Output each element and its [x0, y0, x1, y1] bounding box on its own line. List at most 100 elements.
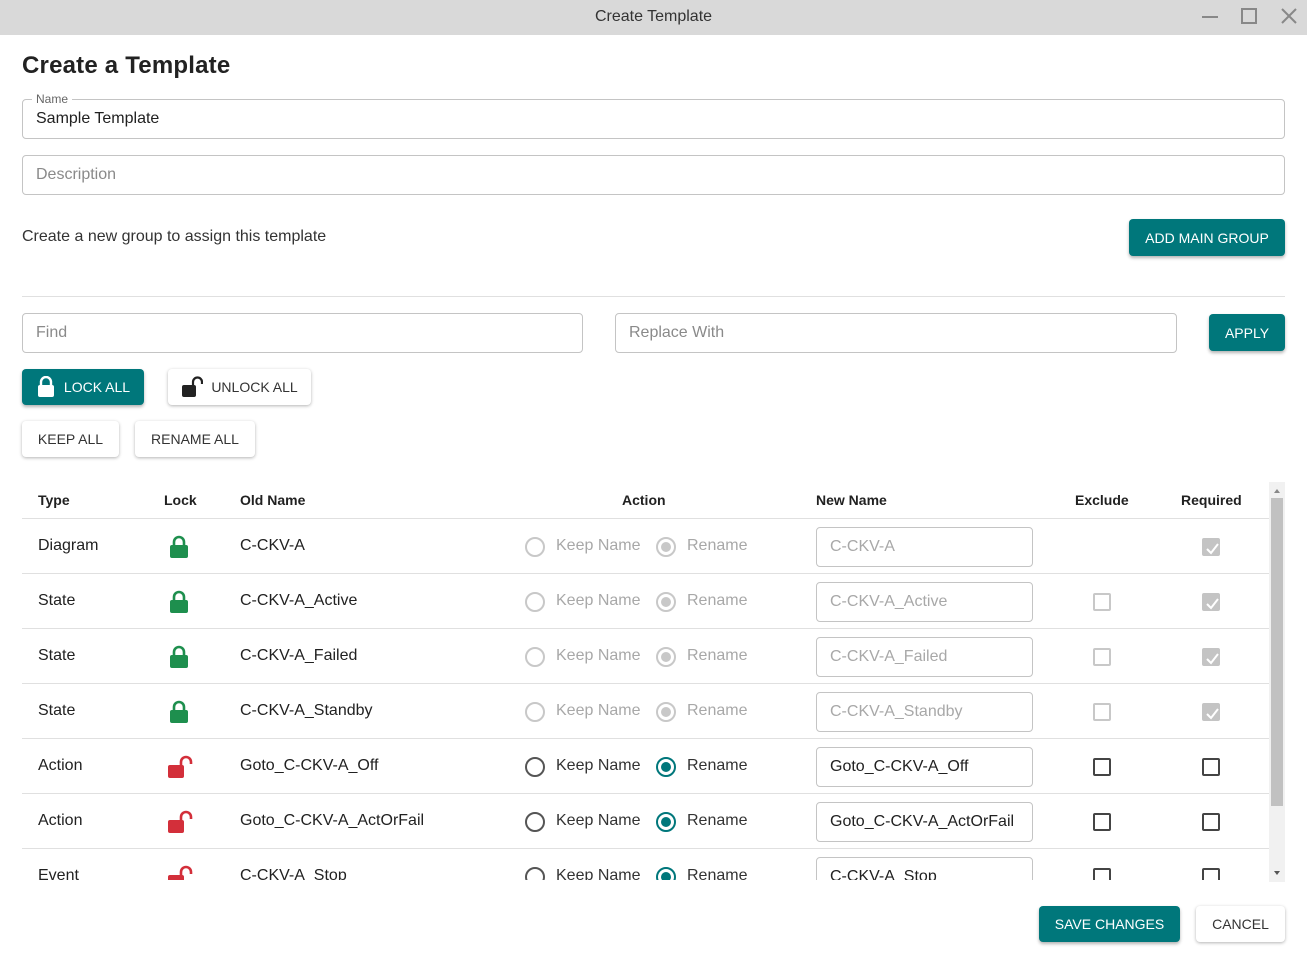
table-row: State C-CKV-A_Active Keep Name Rename C-CKV-…	[22, 574, 1269, 629]
new-name-input[interactable]: C-CKV-A_Standby	[816, 692, 1033, 732]
exclude-checkbox[interactable]	[1093, 648, 1111, 666]
row-old-name: C-CKV-A_Active	[240, 592, 358, 609]
minimize-icon	[1202, 16, 1218, 18]
table-row: State C-CKV-A_Standby Keep Name Rename C-CKV…	[22, 684, 1269, 739]
exclude-checkbox[interactable]	[1093, 593, 1111, 611]
header-required: Required	[1181, 492, 1242, 508]
cancel-button[interactable]: CANCEL	[1196, 906, 1285, 942]
check-icon	[1206, 653, 1219, 665]
lock-icon	[170, 700, 188, 723]
rename-label: Rename	[687, 867, 748, 880]
scroll-down-icon	[1274, 871, 1280, 875]
rename-radio[interactable]	[656, 647, 676, 667]
new-name-value: C-CKV-A_Failed	[830, 648, 948, 665]
keep-name-radio[interactable]	[525, 812, 545, 832]
rename-radio[interactable]	[656, 812, 676, 832]
description-placeholder: Description	[36, 166, 117, 183]
add-main-group-button[interactable]: ADD MAIN GROUP	[1129, 219, 1285, 256]
required-checkbox[interactable]	[1202, 868, 1220, 880]
keep-name-radio[interactable]	[525, 867, 545, 880]
check-icon	[1206, 598, 1219, 610]
maximize-icon	[1241, 8, 1257, 24]
apply-button[interactable]: APPLY	[1209, 314, 1285, 351]
save-changes-button[interactable]: SAVE CHANGES	[1039, 906, 1180, 942]
unlock-icon	[182, 376, 204, 397]
keep-name-radio[interactable]	[525, 592, 545, 612]
lock-icon	[170, 535, 188, 558]
title-bar: Create Template	[0, 0, 1307, 35]
unlock-all-button[interactable]: UNLOCK ALL	[168, 369, 311, 405]
template-table: Type Lock Old Name Action New Name Exclu…	[22, 482, 1269, 880]
name-field-value: Sample Template	[36, 110, 160, 127]
rename-label: Rename	[687, 702, 748, 719]
lock-icon	[37, 376, 54, 397]
name-field[interactable]: Name Sample Template	[22, 92, 1285, 139]
keep-name-radio[interactable]	[525, 702, 545, 722]
keep-all-button[interactable]: KEEP ALL	[22, 421, 119, 457]
replace-input[interactable]: Replace With	[615, 313, 1177, 353]
find-input[interactable]: Find	[22, 313, 583, 353]
new-name-value: C-CKV-A	[830, 538, 895, 555]
required-checkbox[interactable]	[1202, 648, 1220, 666]
row-type: State	[38, 702, 76, 719]
rename-label: Rename	[687, 592, 748, 609]
keep-name-label: Keep Name	[556, 757, 641, 774]
window-title: Create Template	[594, 8, 713, 25]
rename-all-button[interactable]: RENAME ALL	[135, 421, 255, 457]
new-name-value: C-CKV-A_Active	[830, 593, 948, 610]
row-old-name: Goto_C-CKV-A_Off	[240, 757, 379, 774]
exclude-checkbox[interactable]	[1093, 868, 1111, 880]
row-old-name: C-CKV-A_Failed	[240, 647, 358, 664]
required-checkbox[interactable]	[1202, 593, 1220, 611]
keep-name-radio[interactable]	[525, 537, 545, 557]
replace-placeholder: Replace With	[629, 324, 725, 341]
keep-name-label: Keep Name	[556, 592, 641, 609]
rename-label: Rename	[687, 812, 748, 829]
header-action: Action	[622, 492, 666, 508]
table-row: Action Goto_C-CKV-A_ActOrFail Keep Name Ren…	[22, 794, 1269, 849]
rename-radio[interactable]	[656, 757, 676, 777]
rename-radio[interactable]	[656, 592, 676, 612]
required-checkbox[interactable]	[1202, 703, 1220, 721]
new-name-input[interactable]: Goto_C-CKV-A_Off	[816, 747, 1033, 787]
keep-name-label: Keep Name	[556, 647, 641, 664]
new-name-input[interactable]: C-CKV-A_Failed	[816, 637, 1033, 677]
rename-radio[interactable]	[656, 537, 676, 557]
exclude-checkbox[interactable]	[1093, 813, 1111, 831]
group-hint: Create a new group to assign this templa…	[22, 228, 327, 245]
required-checkbox[interactable]	[1202, 813, 1220, 831]
rename-label: Rename	[687, 757, 748, 774]
required-checkbox[interactable]	[1202, 538, 1220, 556]
maximize-button[interactable]	[1238, 7, 1260, 27]
table-row: Action Goto_C-CKV-A_Off Keep Name Rename Got…	[22, 739, 1269, 794]
rename-label: Rename	[687, 647, 748, 664]
minimize-button[interactable]	[1199, 7, 1221, 27]
new-name-input[interactable]: C-CKV-A_Stop	[816, 857, 1033, 880]
description-field[interactable]: Description	[22, 155, 1285, 195]
rename-radio[interactable]	[656, 702, 676, 722]
rename-label: Rename	[687, 537, 748, 554]
row-old-name: C-CKV-A	[240, 537, 305, 554]
name-field-label: Name	[32, 92, 73, 106]
keep-name-radio[interactable]	[525, 647, 545, 667]
close-button[interactable]	[1278, 7, 1300, 27]
new-name-input[interactable]: C-CKV-A	[816, 527, 1033, 567]
required-checkbox[interactable]	[1202, 758, 1220, 776]
keep-name-label: Keep Name	[556, 537, 641, 554]
lock-icon	[170, 590, 188, 613]
unlock-all-label: UNLOCK ALL	[211, 379, 298, 395]
unlock-icon	[168, 810, 193, 833]
row-old-name: Goto_C-CKV-A_ActOrFail	[240, 812, 425, 829]
header-type: Type	[38, 492, 70, 508]
page-title: Create a Template	[22, 52, 231, 79]
new-name-input[interactable]: Goto_C-CKV-A_ActOrFail	[816, 802, 1033, 842]
lock-all-button[interactable]: LOCK ALL	[22, 369, 144, 405]
exclude-checkbox[interactable]	[1093, 758, 1111, 776]
rename-radio[interactable]	[656, 867, 676, 880]
exclude-checkbox[interactable]	[1093, 703, 1111, 721]
keep-name-radio[interactable]	[525, 757, 545, 777]
new-name-input[interactable]: C-CKV-A_Active	[816, 582, 1033, 622]
lock-all-label: LOCK ALL	[63, 379, 131, 395]
header-exclude: Exclude	[1075, 492, 1129, 508]
scrollbar-thumb[interactable]	[1271, 498, 1283, 806]
